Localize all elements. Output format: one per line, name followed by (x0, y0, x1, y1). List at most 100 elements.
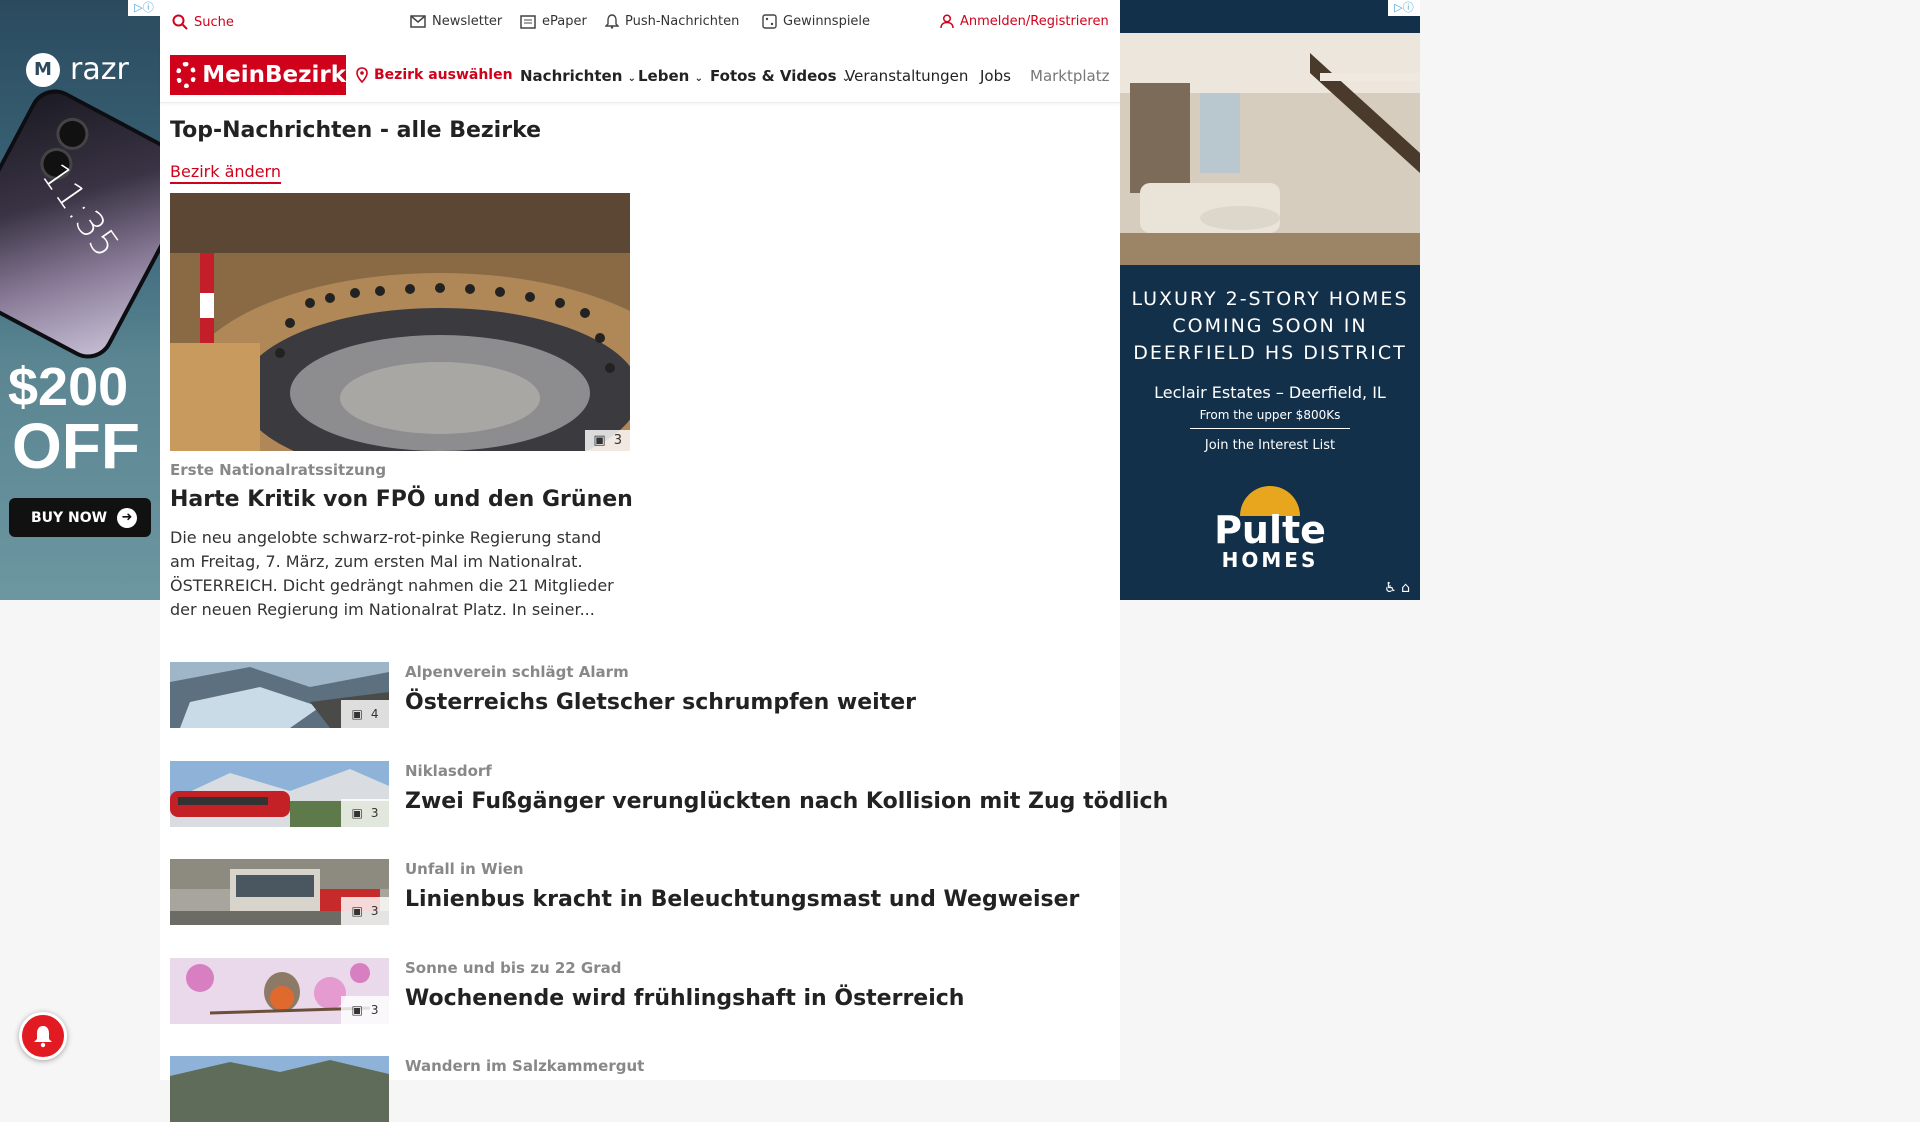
article-thumbnail: ▣ 3 (170, 958, 389, 1024)
article-kicker: Niklasdorf (405, 762, 492, 780)
gewinnspiele-label: Gewinnspiele (783, 14, 871, 29)
location-pin-icon (356, 67, 368, 83)
nav-fotos-videos[interactable]: Fotos & Videos ⌄ (710, 67, 850, 85)
article-thumbnail (170, 1056, 389, 1122)
bell-icon (605, 14, 619, 29)
adchoices-icon[interactable]: ▷ⓘ (128, 0, 160, 16)
article-title[interactable]: Österreichs Gletscher schrumpfen weiter (405, 690, 916, 715)
article-title[interactable]: Linienbus kracht in Beleuchtungsmast und… (405, 887, 1079, 912)
ad-location: Leclair Estates – Deerfield, IL (1154, 383, 1386, 402)
hero-title[interactable]: Harte Kritik von FPÖ und den Grünen (170, 487, 640, 512)
push-label: Push-Nachrichten (625, 14, 740, 29)
ad-headline-line-2: COMING SOON IN (1172, 315, 1368, 337)
hero-image[interactable]: ▣ 3 (170, 193, 630, 451)
newsletter-label: Newsletter (432, 14, 503, 29)
section-title: Top-Nachrichten - alle Bezirke (170, 118, 542, 143)
article-thumbnail: ▣ 4 (170, 662, 389, 728)
user-icon (940, 14, 954, 29)
hero-teaser: Die neu angelobte schwarz-rot-pinke Regi… (170, 528, 614, 619)
meinbezirk-logo[interactable]: MeinBezirk (170, 55, 346, 95)
adchoices-icon[interactable]: ▷ⓘ (1388, 0, 1420, 16)
hero-kicker: Erste Nationalratssitzung (170, 461, 387, 479)
main-content: Suche Newsletter ePaper Push-Nachrichten (160, 0, 1168, 1122)
newspaper-icon (520, 14, 536, 29)
article-thumbnail: ▣ 3 (170, 859, 389, 925)
photo-count: 3 (370, 904, 379, 918)
bezirk-select[interactable]: Bezirk auswählen (356, 67, 513, 83)
photo-count: 3 (370, 1003, 379, 1017)
bezirk-aendern-link[interactable]: Bezirk ändern (170, 162, 281, 184)
article-list-item[interactable]: ▣ 3 Unfall in Wien Linienbus kracht in B… (170, 859, 1110, 925)
nav-fotos-label: Fotos & Videos (710, 67, 837, 85)
interior-photo (1120, 33, 1420, 265)
chevron-down-icon: ⌄ (627, 73, 637, 84)
bell-icon (34, 1026, 52, 1048)
photo-count: 3 (370, 806, 379, 820)
image-gallery-icon: ▣ (351, 904, 363, 918)
arrow-right-icon: ➜ (117, 507, 137, 528)
article-kicker: Wandern im Salzkammergut (405, 1057, 645, 1075)
ad-headline: LUXURY 2-STORY HOMES COMING SOON IN DEER… (1120, 286, 1420, 367)
article-kicker: Alpenverein schlägt Alarm (405, 663, 629, 681)
ad-headline-line-1: LUXURY 2-STORY HOMES (1131, 288, 1409, 310)
nav-marktplatz[interactable]: Marktplatz (1030, 67, 1114, 85)
article-kicker: Unfall in Wien (405, 860, 524, 878)
motorola-icon: M (26, 52, 60, 87)
right-ad-banner[interactable]: ▷ⓘ LUXURY 2-STORY HOMES COMING SOON IN D… (1120, 0, 1420, 600)
razr-logo: M razr (26, 52, 129, 87)
ad-price: From the upper $800Ks (1190, 408, 1350, 429)
article-list-item[interactable]: ▣ 3 Niklasdorf Zwei Fußgänger verunglück… (170, 761, 1168, 827)
article-title[interactable]: Wochenende wird frühlingshaft in Österre… (405, 986, 964, 1011)
photo-count-badge: ▣ 4 (341, 700, 389, 728)
nav-nachrichten[interactable]: Nachrichten ⌄ (520, 67, 636, 85)
nav-jobs[interactable]: Jobs (980, 67, 1011, 85)
photo-count: 3 (613, 433, 622, 448)
parliament-photo (170, 193, 630, 451)
article-list-item[interactable]: ▣ 3 Sonne und bis zu 22 Grad Wochenende … (170, 958, 1110, 1024)
image-gallery-icon: ▣ (351, 806, 363, 820)
notification-bell-button[interactable] (19, 1012, 67, 1060)
epaper-link[interactable]: ePaper (520, 14, 587, 29)
nav-leben[interactable]: Leben ⌄ (638, 67, 703, 85)
newsletter-link[interactable]: Newsletter (410, 14, 502, 29)
image-gallery-icon: ▣ (593, 433, 606, 448)
search-icon (172, 14, 188, 30)
envelope-icon (410, 15, 426, 28)
article-list-item[interactable]: ▣ 4 Alpenverein schlägt Alarm Österreich… (170, 662, 1110, 728)
mountain-photo (170, 1056, 389, 1122)
search-link[interactable]: Suche (172, 14, 234, 30)
article-title[interactable]: Zwei Fußgänger verunglückten nach Kollis… (405, 789, 1168, 814)
epaper-label: ePaper (542, 14, 587, 29)
gewinnspiele-link[interactable]: Gewinnspiele (762, 14, 870, 29)
dice-icon (762, 14, 777, 29)
logo-text: MeinBezirk (202, 62, 346, 88)
pulte-homes-text: HOMES (1221, 548, 1319, 572)
push-notifications-link[interactable]: Push-Nachrichten (605, 14, 739, 29)
ad-interest-link[interactable]: Join the Interest List (1120, 438, 1420, 453)
photo-count-badge: ▣ 3 (341, 799, 389, 827)
article-thumbnail: ▣ 3 (170, 761, 389, 827)
article-list-item[interactable]: Wandern im Salzkammergut (170, 1056, 1110, 1122)
nav-veranstaltungen[interactable]: Veranstaltungen (845, 67, 968, 85)
photo-count-badge: ▣ 3 (585, 430, 630, 451)
left-ad-banner[interactable]: ▷ⓘ M razr 11:35 $200 OFF BUY NOW ➜ (0, 0, 160, 600)
bezirk-select-label: Bezirk auswählen (374, 67, 513, 83)
login-link[interactable]: Anmelden/Registrieren (940, 14, 1109, 29)
photo-count-badge: ▣ 3 (341, 897, 389, 925)
accessibility-housing-icon: ♿ ⌂ (1384, 580, 1410, 596)
chevron-down-icon: ⌄ (694, 73, 703, 84)
main-navbar: MeinBezirk Bezirk auswählen Nachrichten … (160, 46, 1120, 103)
image-gallery-icon: ▣ (351, 707, 363, 721)
living-room-photo (1120, 33, 1420, 265)
pulte-brand: Pulte (1214, 508, 1326, 552)
search-label: Suche (194, 14, 234, 30)
top-utility-bar: Suche Newsletter ePaper Push-Nachrichten (160, 0, 1120, 46)
logo-sun-icon (176, 62, 197, 88)
photo-count-badge: ▣ 3 (341, 996, 389, 1024)
image-gallery-icon: ▣ (351, 1003, 363, 1017)
photo-count: 4 (370, 707, 379, 721)
nav-leben-label: Leben (638, 67, 690, 85)
buy-now-button[interactable]: BUY NOW ➜ (9, 498, 151, 537)
razr-brand: razr (70, 52, 129, 87)
buy-now-label: BUY NOW (31, 509, 108, 526)
